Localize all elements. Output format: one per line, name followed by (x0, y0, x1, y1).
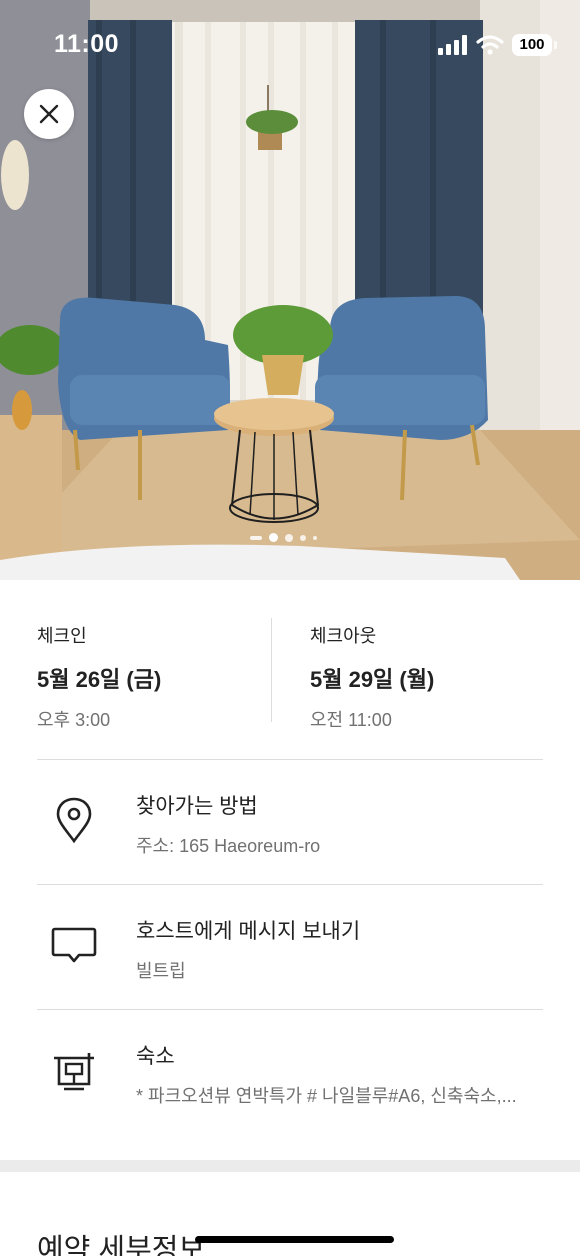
pagination-dot (313, 535, 317, 540)
photo-pagination (250, 533, 317, 542)
listing-name: * 파크오션뷰 연박특가 # 나일블루#A6, 신축숙소,... (136, 1086, 517, 1106)
close-icon (39, 104, 59, 124)
pagination-dot (285, 533, 293, 542)
checkout-time: 오전 11:00 (310, 710, 392, 730)
message-host-title: 호스트에게 메시지 보내기 (136, 920, 361, 943)
directions-row[interactable]: 찾아가는 방법 주소: 165 Haeoreum-ro (37, 760, 543, 885)
checkin-checkout-section: 체크인 5월 26일 (금) 오후 3:00 체크아웃 5월 29일 (월) 오… (37, 600, 543, 760)
checkout-date: 5월 29일 (월) (310, 667, 435, 692)
directions-title: 찾아가는 방법 (136, 795, 258, 818)
reservation-details-heading: 예약 세부정보 (37, 1234, 206, 1256)
battery-icon: 100 (512, 34, 557, 56)
vertical-divider (271, 618, 272, 722)
checkin-label: 체크인 (37, 626, 87, 646)
checkout-label: 체크아웃 (310, 626, 377, 646)
host-name: 빌트립 (136, 961, 186, 981)
location-pin-icon (56, 797, 92, 844)
status-bar: 11:00 100 (0, 0, 580, 92)
close-button[interactable] (24, 89, 74, 139)
listing-icon (54, 1053, 94, 1091)
status-time: 11:00 (54, 30, 120, 58)
wifi-icon (476, 35, 504, 55)
message-icon (51, 927, 97, 963)
cellular-signal-icon (438, 35, 467, 55)
message-host-row[interactable]: 호스트에게 메시지 보내기 빌트립 (37, 885, 543, 1010)
pagination-dash (250, 535, 262, 540)
listing-row[interactable]: 숙소 * 파크오션뷰 연박특가 # 나일블루#A6, 신축숙소,... (37, 1010, 543, 1135)
checkin-block: 체크인 5월 26일 (금) 오후 3:00 (37, 622, 161, 732)
checkin-time: 오후 3:00 (37, 710, 111, 730)
pagination-dot-active (269, 533, 278, 542)
checkout-block: 체크아웃 5월 29일 (월) 오전 11:00 (310, 622, 434, 732)
status-icons: 100 (438, 34, 557, 56)
listing-title: 숙소 (136, 1045, 175, 1068)
pagination-dot (300, 534, 306, 541)
directions-address: 주소: 165 Haeoreum-ro (136, 836, 321, 856)
section-separator (0, 1160, 580, 1172)
checkin-date: 5월 26일 (금) (37, 667, 162, 692)
home-indicator[interactable] (195, 1236, 394, 1243)
